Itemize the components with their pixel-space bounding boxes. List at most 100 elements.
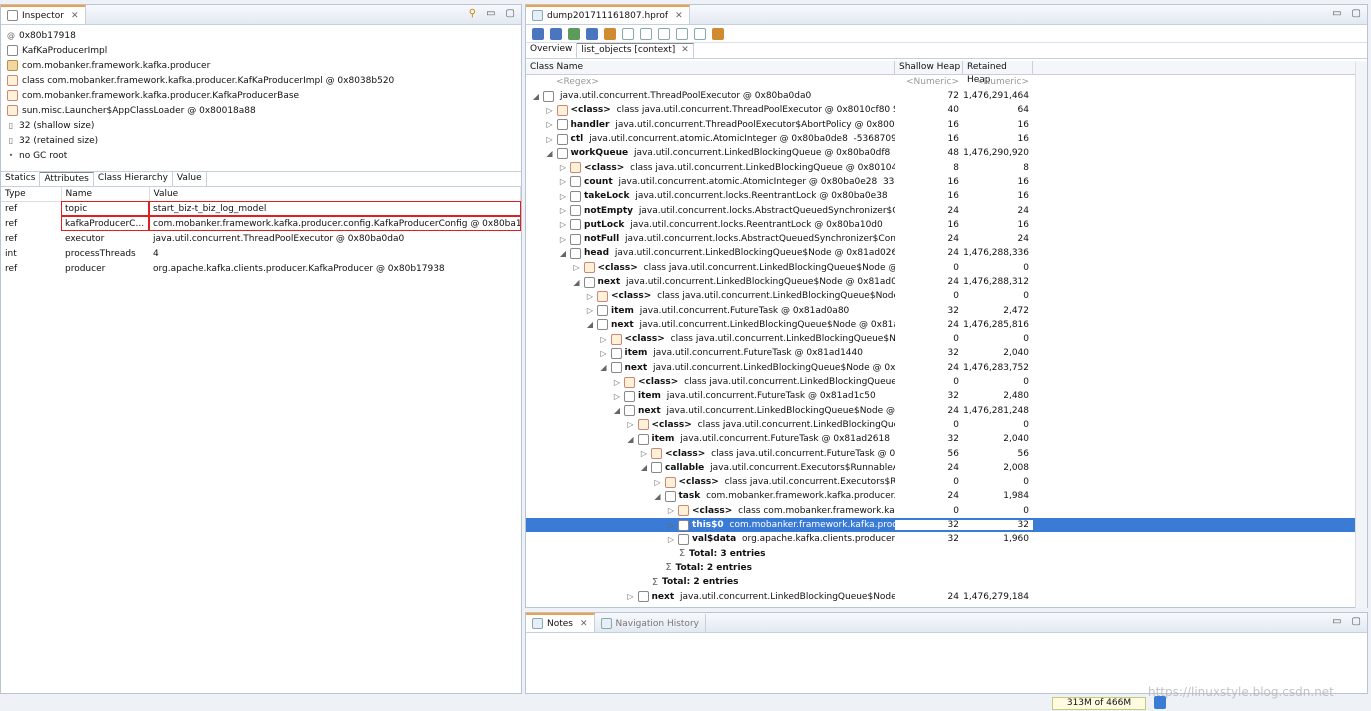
close-icon[interactable]: ✕ bbox=[71, 11, 79, 21]
expand-icon[interactable]: ▷ bbox=[559, 235, 567, 244]
expand-icon[interactable]: ▷ bbox=[613, 392, 621, 401]
retained-filter[interactable]: <Numeric> bbox=[963, 77, 1033, 87]
tree-row[interactable]: Σ Total: 3 entries bbox=[526, 547, 1367, 561]
expand-icon[interactable]: ▷ bbox=[573, 263, 581, 272]
col-class-name[interactable]: Class Name bbox=[526, 61, 895, 74]
tree-row[interactable]: ◢ next java.util.concurrent.LinkedBlockin… bbox=[526, 275, 1367, 289]
tree-row[interactable]: Σ Total: 2 entries bbox=[526, 575, 1367, 589]
tab-inspector[interactable]: Inspector ✕ bbox=[1, 5, 86, 24]
expand-icon[interactable]: ▷ bbox=[546, 106, 554, 115]
subtab-class-hierarchy[interactable]: Class Hierarchy bbox=[94, 172, 173, 186]
tree-row[interactable]: ▷ <class> class java.util.concurrent.Thre… bbox=[526, 103, 1367, 117]
tree-row[interactable]: ▷ this$0 com.mobanker.framework.kafka.pro… bbox=[526, 517, 1367, 533]
close-icon[interactable]: ✕ bbox=[675, 11, 683, 21]
histogram-icon[interactable] bbox=[550, 27, 562, 40]
expand-icon[interactable]: ▷ bbox=[667, 535, 675, 544]
calculate-heap-icon[interactable] bbox=[712, 27, 724, 40]
expand-icon[interactable]: ▷ bbox=[546, 135, 554, 144]
tree-row[interactable]: ▷ count java.util.concurrent.atomic.Atomi… bbox=[526, 175, 1367, 189]
trash-icon[interactable] bbox=[1154, 696, 1166, 709]
collapse-icon[interactable]: ◢ bbox=[573, 278, 581, 287]
tree-row[interactable]: ▷ item java.util.concurrent.FutureTask @ … bbox=[526, 303, 1367, 317]
attribute-row[interactable]: ref producer org.apache.kafka.clients.prod… bbox=[1, 261, 521, 276]
oql-icon[interactable] bbox=[586, 27, 598, 40]
tree-row[interactable]: ▷ <class> class java.util.concurrent.Link… bbox=[526, 375, 1367, 389]
collapse-icon[interactable]: ◢ bbox=[600, 363, 608, 372]
tab-navigation-history[interactable]: Navigation History bbox=[595, 613, 706, 632]
regex-filter[interactable]: <Regex> bbox=[526, 77, 895, 87]
expand-icon[interactable]: ▷ bbox=[667, 506, 675, 515]
close-icon[interactable]: ✕ bbox=[580, 619, 588, 629]
query-browser-icon[interactable] bbox=[640, 27, 652, 40]
attribute-row[interactable]: int processThreads 4 bbox=[1, 246, 521, 261]
expand-icon[interactable]: ▷ bbox=[559, 177, 567, 186]
expand-icon[interactable]: ▷ bbox=[559, 206, 567, 215]
tree-row[interactable]: ◢ callable java.util.concurrent.Executors… bbox=[526, 461, 1367, 475]
col-shallow-heap[interactable]: Shallow Heap bbox=[895, 61, 963, 74]
attribute-row[interactable]: ref topic start_biz-t_biz_log_model bbox=[1, 201, 521, 216]
tree-row[interactable]: ▷ item java.util.concurrent.FutureTask @ … bbox=[526, 389, 1367, 403]
expand-icon[interactable]: ▷ bbox=[559, 220, 567, 229]
expand-icon[interactable]: ▷ bbox=[640, 449, 648, 458]
expand-icon[interactable]: ▷ bbox=[559, 192, 567, 201]
tree-row[interactable]: ▷ putLock java.util.concurrent.locks.Reen… bbox=[526, 218, 1367, 232]
expand-icon[interactable]: ▷ bbox=[586, 292, 594, 301]
tree-row[interactable]: ◢ java.util.concurrent.ThreadPoolExecutor… bbox=[526, 89, 1367, 103]
maximize-icon[interactable]: ▢ bbox=[1352, 616, 1361, 627]
subtab-attributes[interactable]: Attributes bbox=[40, 172, 94, 186]
pin-icon[interactable]: ⚲ bbox=[469, 8, 476, 19]
tree-row[interactable]: ◢ next java.util.concurrent.LinkedBlockin… bbox=[526, 318, 1367, 332]
tree-row[interactable]: ◢ head java.util.concurrent.LinkedBlockin… bbox=[526, 246, 1367, 260]
maximize-icon[interactable]: ▢ bbox=[506, 8, 515, 19]
col-type[interactable]: Type bbox=[1, 187, 62, 202]
minimize-icon[interactable]: ▭ bbox=[486, 8, 495, 19]
expand-icon[interactable]: ▷ bbox=[627, 420, 635, 429]
expand-icon[interactable]: ▷ bbox=[613, 378, 621, 387]
col-retained-heap[interactable]: Retained Heap bbox=[963, 61, 1033, 85]
tab-hprof[interactable]: dump201711161807.hprof ✕ bbox=[526, 5, 690, 24]
tree-row[interactable]: ◢ task com.mobanker.framework.kafka.produ… bbox=[526, 489, 1367, 503]
shallow-filter[interactable]: <Numeric> bbox=[895, 77, 963, 87]
expand-icon[interactable]: ▷ bbox=[586, 306, 594, 315]
tree-row[interactable]: ▷ notEmpty java.util.concurrent.locks.Abs… bbox=[526, 203, 1367, 217]
tree-row[interactable]: ▷ next java.util.concurrent.LinkedBlockin… bbox=[526, 589, 1367, 603]
tree-row[interactable]: ▷ <class> class java.util.concurrent.Futu… bbox=[526, 446, 1367, 460]
subtab-statics[interactable]: Statics bbox=[1, 172, 41, 186]
tab-overview[interactable]: Overview bbox=[526, 43, 578, 58]
collapse-icon[interactable]: ◢ bbox=[627, 435, 635, 444]
tree-row[interactable]: ◢ next java.util.concurrent.LinkedBlockin… bbox=[526, 361, 1367, 375]
collapse-icon[interactable]: ◢ bbox=[532, 92, 540, 101]
collapse-icon[interactable]: ◢ bbox=[559, 249, 567, 258]
maximize-icon[interactable]: ▢ bbox=[1352, 8, 1361, 19]
subtab-value[interactable]: Value bbox=[173, 172, 207, 186]
collapse-icon[interactable]: ◢ bbox=[613, 406, 621, 415]
tree-row[interactable]: ◢ next java.util.concurrent.LinkedBlockin… bbox=[526, 404, 1367, 418]
dominator-tree-icon[interactable] bbox=[568, 27, 580, 40]
tree-row[interactable]: ▷ ctl java.util.concurrent.atomic.AtomicI… bbox=[526, 132, 1367, 146]
group-by-icon[interactable] bbox=[676, 27, 688, 40]
expand-icon[interactable]: ▷ bbox=[600, 335, 608, 344]
tree-row[interactable]: ▷ <class> class java.util.concurrent.Link… bbox=[526, 332, 1367, 346]
tree-row[interactable]: Σ Total: 2 entries bbox=[526, 561, 1367, 575]
info-icon[interactable] bbox=[532, 27, 544, 40]
run-report-icon[interactable] bbox=[622, 27, 634, 40]
tree-row[interactable]: ◢ workQueue java.util.concurrent.LinkedBl… bbox=[526, 146, 1367, 160]
tree-row[interactable]: ▷ <class> class java.util.concurrent.Link… bbox=[526, 289, 1367, 303]
tree-row[interactable]: ▷ <class> class java.util.concurrent.Exec… bbox=[526, 475, 1367, 489]
expand-icon[interactable]: ▷ bbox=[546, 120, 554, 129]
tree-row[interactable]: ▷ val$data org.apache.kafka.clients.produ… bbox=[526, 532, 1367, 546]
expand-icon[interactable]: ▷ bbox=[654, 478, 662, 487]
expand-icon[interactable]: ▷ bbox=[667, 521, 675, 530]
attribute-row[interactable]: ref executor java.util.concurrent.ThreadPo… bbox=[1, 231, 521, 246]
tree-row[interactable]: ▷ takeLock java.util.concurrent.locks.Ree… bbox=[526, 189, 1367, 203]
tree-row[interactable]: ▷ <class> class com.mobanker.framework.ka… bbox=[526, 504, 1367, 518]
thread-overview-icon[interactable] bbox=[604, 27, 616, 40]
collapse-icon[interactable]: ◢ bbox=[640, 463, 648, 472]
tree-row[interactable]: ▷ <class> class java.util.concurrent.Link… bbox=[526, 418, 1367, 432]
tree-row[interactable]: ▷ item java.util.concurrent.FutureTask @ … bbox=[526, 346, 1367, 360]
minimize-icon[interactable]: ▭ bbox=[1332, 616, 1341, 627]
tab-list-objects[interactable]: list_objects [context] ✕ bbox=[577, 43, 694, 58]
tree-row[interactable]: ◢ item java.util.concurrent.FutureTask @ … bbox=[526, 432, 1367, 446]
collapse-icon[interactable]: ◢ bbox=[546, 149, 554, 158]
collapse-icon[interactable]: ◢ bbox=[586, 320, 594, 329]
